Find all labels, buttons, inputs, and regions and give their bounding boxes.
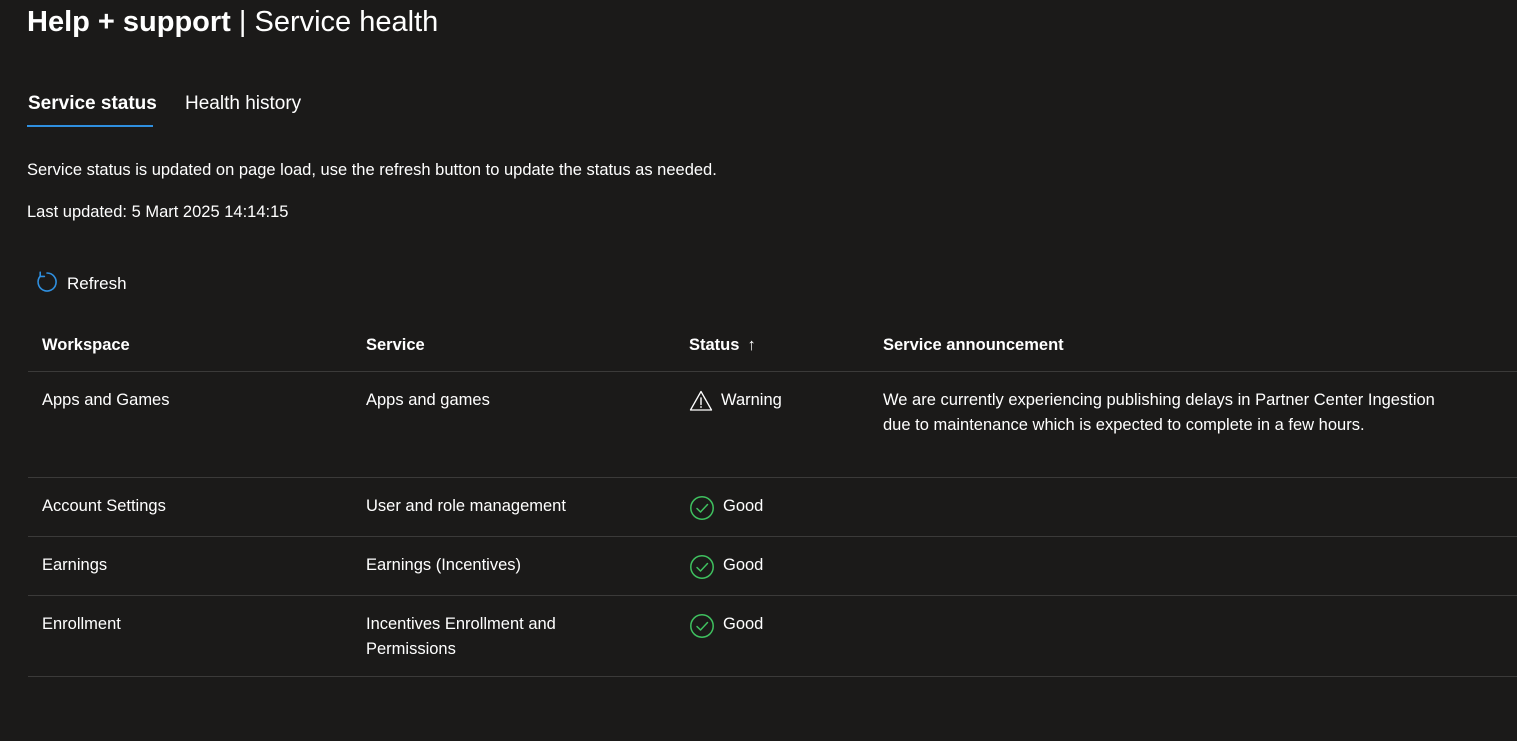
page-title-separator: |: [230, 6, 255, 38]
tab-service-status[interactable]: Service status: [28, 90, 157, 118]
table-row[interactable]: Apps and Games Apps and games Warning We…: [28, 372, 1517, 478]
refresh-button[interactable]: Refresh: [35, 270, 127, 298]
cell-status: Good: [689, 494, 869, 529]
check-circle-icon: [689, 554, 715, 588]
cell-service: User and role management: [366, 497, 566, 515]
column-header-service[interactable]: Service: [366, 333, 666, 358]
column-header-announcement[interactable]: Service announcement: [883, 333, 1443, 358]
page-title-main: Help + support: [27, 6, 231, 38]
status-description: Service status is updated on page load, …: [27, 161, 717, 179]
service-health-page: Help + support | Service health Service …: [0, 0, 1517, 741]
active-tab-indicator: [27, 125, 153, 127]
refresh-label: Refresh: [67, 274, 127, 293]
page-title: Help + support | Service health: [27, 4, 438, 40]
refresh-icon: [35, 270, 59, 299]
cell-service: Earnings (Incentives): [366, 556, 521, 574]
status-label: Good: [723, 615, 764, 633]
status-label: Good: [723, 497, 764, 515]
check-circle-icon: [689, 495, 715, 529]
cell-service: Apps and games: [366, 391, 490, 409]
table-row[interactable]: Enrollment Incentives Enrollment and Per…: [28, 596, 1517, 677]
last-updated-text: Last updated: 5 Mart 2025 14:14:15: [27, 203, 289, 221]
cell-workspace: Account Settings: [42, 497, 166, 515]
column-header-status[interactable]: Status ↑: [689, 333, 869, 358]
cell-workspace: Apps and Games: [42, 391, 170, 409]
warning-icon: [689, 389, 713, 421]
table-row[interactable]: Earnings Earnings (Incentives) Good: [28, 537, 1517, 596]
status-label: Good: [723, 556, 764, 574]
sort-ascending-icon: ↑: [747, 336, 756, 354]
cell-service: Incentives Enrollment and Permissions: [366, 615, 556, 658]
cell-announcement: We are currently experiencing publishing…: [883, 391, 1435, 434]
page-title-sub: Service health: [254, 6, 439, 38]
column-header-workspace[interactable]: Workspace: [42, 333, 342, 358]
cell-status: Good: [689, 553, 869, 588]
cell-workspace: Earnings: [42, 556, 108, 574]
tab-health-history[interactable]: Health history: [185, 90, 301, 118]
cell-status: Warning: [689, 388, 869, 421]
cell-workspace: Enrollment: [42, 615, 121, 633]
cell-status: Good: [689, 612, 869, 647]
table-header: Workspace Service Status ↑ Service announ…: [28, 322, 1517, 372]
service-status-table: Workspace Service Status ↑ Service announ…: [28, 322, 1517, 677]
table-row[interactable]: Account Settings User and role managemen…: [28, 478, 1517, 537]
check-circle-icon: [689, 613, 715, 647]
column-header-status-label: Status: [689, 336, 740, 354]
status-label: Warning: [721, 391, 782, 409]
